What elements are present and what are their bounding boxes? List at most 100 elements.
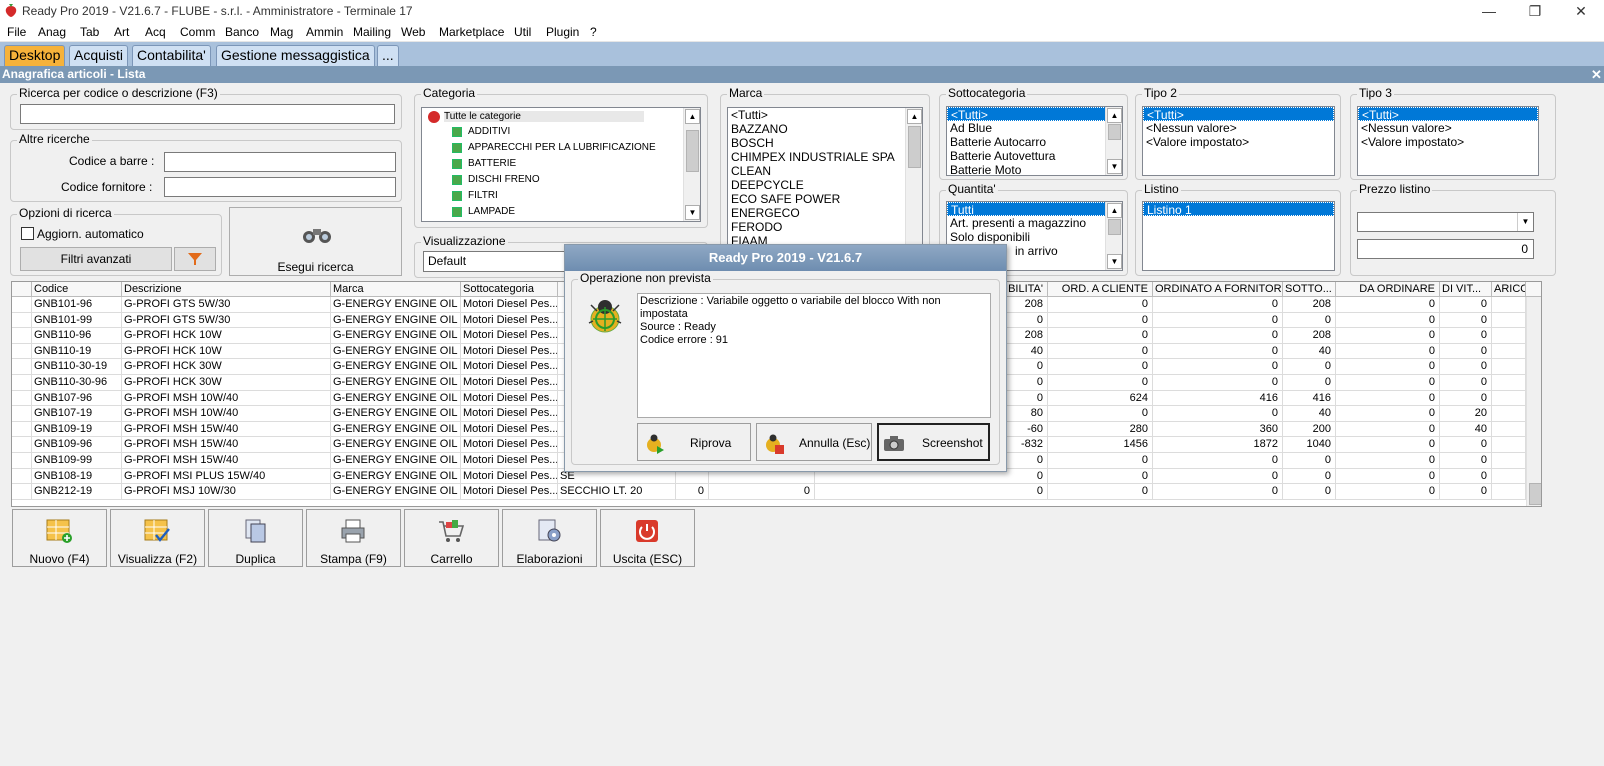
- menu-anag[interactable]: Anag: [38, 25, 66, 39]
- table-cell[interactable]: 0: [1336, 343, 1440, 359]
- menu-comm[interactable]: Comm: [180, 25, 215, 39]
- list-price-input[interactable]: 0: [1357, 239, 1534, 259]
- subcategory-scrollbar[interactable]: ▲ ▼: [1105, 107, 1122, 175]
- scroll-up-icon[interactable]: ▲: [1107, 108, 1122, 123]
- table-cell[interactable]: GNB108-19: [32, 468, 122, 484]
- table-cell[interactable]: G-PROFI MSI PLUS 15W/40: [122, 468, 331, 484]
- table-cell[interactable]: Motori Diesel Pes...: [461, 484, 558, 500]
- subcategory-item[interactable]: Batterie Autovettura: [947, 149, 1122, 163]
- table-cell[interactable]: 0: [1440, 359, 1492, 375]
- brand-item[interactable]: ECO SAFE POWER: [728, 192, 922, 206]
- table-cell[interactable]: 0: [1153, 468, 1283, 484]
- table-cell[interactable]: GNB109-19: [32, 421, 122, 437]
- table-cell[interactable]: 0: [1153, 484, 1283, 500]
- print-button[interactable]: Stampa (F9): [306, 509, 401, 567]
- table-cell[interactable]: 0: [1283, 375, 1336, 390]
- menu-file[interactable]: File: [7, 25, 26, 39]
- table-cell[interactable]: Motori Diesel Pes...: [461, 375, 558, 390]
- brand-item[interactable]: BOSCH: [728, 136, 922, 150]
- table-cell[interactable]: G-PROFI HCK 10W: [122, 328, 331, 344]
- table-cell[interactable]: 0: [1048, 359, 1153, 375]
- table-row[interactable]: GNB212-19 G-PROFI MSJ 10W/30 G-ENERGY ENGI…: [12, 484, 1541, 500]
- table-cell[interactable]: 0: [709, 484, 815, 500]
- table-cell[interactable]: 0: [1283, 359, 1336, 375]
- table-cell[interactable]: 0: [1440, 297, 1492, 312]
- barcode-input[interactable]: [164, 152, 396, 172]
- supplier-code-input[interactable]: [164, 177, 396, 197]
- row-indicator[interactable]: [12, 468, 32, 484]
- table-cell[interactable]: 0: [1283, 484, 1336, 500]
- brand-scrollbar[interactable]: ▲: [905, 108, 922, 248]
- menu-banco[interactable]: Banco: [225, 25, 259, 39]
- table-cell[interactable]: Motori Diesel Pes...: [461, 359, 558, 375]
- table-cell[interactable]: 0: [1440, 437, 1492, 453]
- table-cell[interactable]: 0: [1440, 390, 1492, 406]
- table-cell[interactable]: [1492, 421, 1526, 437]
- row-indicator[interactable]: [12, 437, 32, 453]
- type2-item[interactable]: <Valore impostato>: [1143, 135, 1334, 149]
- menu-mailing[interactable]: Mailing: [353, 25, 391, 39]
- list-price-select[interactable]: ▼: [1357, 212, 1534, 232]
- filter-icon-button[interactable]: [174, 247, 216, 271]
- type3-item[interactable]: <Tutti>: [1358, 107, 1538, 122]
- menu-web[interactable]: Web: [401, 25, 425, 39]
- table-cell[interactable]: [1492, 328, 1526, 344]
- exit-button[interactable]: Uscita (ESC): [600, 509, 695, 567]
- table-cell[interactable]: 0: [1440, 484, 1492, 500]
- table-cell[interactable]: [1492, 437, 1526, 453]
- table-cell[interactable]: 0: [1336, 421, 1440, 437]
- tab-gestione-messaggistica[interactable]: Gestione messaggistica: [216, 45, 375, 66]
- table-cell[interactable]: 0: [815, 484, 1048, 500]
- table-cell[interactable]: G-ENERGY ENGINE OIL: [331, 468, 461, 484]
- menu-tab[interactable]: Tab: [80, 25, 99, 39]
- subcategory-item[interactable]: Ad Blue: [947, 121, 1122, 135]
- table-cell[interactable]: 208: [1283, 328, 1336, 344]
- table-cell[interactable]: G-PROFI MSH 10W/40: [122, 390, 331, 406]
- advanced-filters-button[interactable]: Filtri avanzati: [20, 247, 172, 271]
- subcategory-item[interactable]: Batterie Moto: [947, 163, 1122, 175]
- table-cell[interactable]: G-PROFI HCK 30W: [122, 375, 331, 390]
- table-cell[interactable]: [1492, 297, 1526, 312]
- quantity-item[interactable]: Tutti: [947, 202, 1122, 217]
- table-cell[interactable]: G-PROFI MSH 15W/40: [122, 453, 331, 468]
- price-list-item[interactable]: Listino 1: [1143, 202, 1334, 217]
- subcategory-item[interactable]: <Tutti>: [947, 107, 1122, 122]
- table-cell[interactable]: 0: [1153, 328, 1283, 344]
- header-ord-cliente[interactable]: ORD. A CLIENTE: [1048, 282, 1153, 297]
- table-cell[interactable]: 0: [1153, 359, 1283, 375]
- table-cell[interactable]: 360: [1153, 421, 1283, 437]
- brand-item[interactable]: CHIMPEX INDUSTRIALE SPA: [728, 150, 922, 164]
- header-descrizione[interactable]: Descrizione: [122, 282, 331, 297]
- table-cell[interactable]: 0: [1048, 484, 1153, 500]
- table-cell[interactable]: Motori Diesel Pes...: [461, 406, 558, 422]
- header-sotto[interactable]: SOTTO...: [1283, 282, 1336, 297]
- table-cell[interactable]: 0: [676, 484, 709, 500]
- brand-list[interactable]: <Tutti> BAZZANO BOSCH CHIMPEX INDUSTRIAL…: [727, 107, 923, 249]
- search-input[interactable]: [20, 104, 395, 124]
- table-cell[interactable]: [1492, 468, 1526, 484]
- table-cell[interactable]: G-ENERGY ENGINE OIL: [331, 421, 461, 437]
- table-cell[interactable]: 0: [1153, 343, 1283, 359]
- table-cell[interactable]: GNB107-96: [32, 390, 122, 406]
- table-cell[interactable]: GNB110-96: [32, 328, 122, 344]
- scroll-thumb[interactable]: [1529, 483, 1541, 505]
- table-cell[interactable]: [1492, 343, 1526, 359]
- table-cell[interactable]: 0: [1336, 406, 1440, 422]
- table-cell[interactable]: 40: [1440, 421, 1492, 437]
- type3-list[interactable]: <Tutti> <Nessun valore> <Valore impostat…: [1357, 106, 1539, 176]
- table-cell[interactable]: 416: [1283, 390, 1336, 406]
- table-cell[interactable]: 0: [1048, 328, 1153, 344]
- scroll-up-icon[interactable]: ▲: [1107, 203, 1122, 218]
- run-search-button[interactable]: Esegui ricerca: [229, 207, 402, 276]
- minimize-button[interactable]: —: [1466, 0, 1512, 22]
- type3-item[interactable]: <Valore impostato>: [1358, 135, 1538, 149]
- table-cell[interactable]: 0: [1336, 468, 1440, 484]
- brand-item[interactable]: FERODO: [728, 220, 922, 234]
- table-cell[interactable]: G-ENERGY ENGINE OIL: [331, 390, 461, 406]
- table-cell[interactable]: 0: [1153, 453, 1283, 468]
- table-cell[interactable]: GNB110-30-96: [32, 375, 122, 390]
- tab-acquisti[interactable]: Acquisti: [69, 45, 129, 66]
- category-tree[interactable]: Tutte le categorie ADDITIVI APPARECCHI P…: [421, 107, 701, 222]
- brand-item[interactable]: ENERGECO: [728, 206, 922, 220]
- subcategory-item[interactable]: Batterie Autocarro: [947, 135, 1122, 149]
